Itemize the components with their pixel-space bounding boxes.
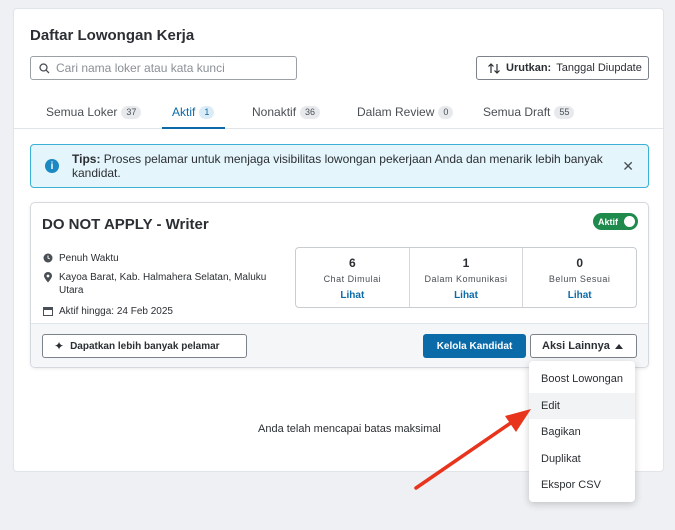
manage-candidates-label: Kelola Kandidat bbox=[436, 340, 513, 352]
tips-title: Tips: bbox=[72, 152, 101, 166]
stat-value: 1 bbox=[462, 256, 470, 270]
stat-view-link[interactable]: Lihat bbox=[568, 290, 592, 301]
other-actions-label: Aksi Lainnya bbox=[542, 340, 610, 352]
stat-label: Chat Dimulai bbox=[323, 274, 382, 284]
close-icon[interactable]: ✕ bbox=[622, 158, 634, 175]
other-actions-button[interactable]: Aksi Lainnya bbox=[530, 334, 637, 358]
tips-banner: i Tips: Proses pelamar untuk menjaga vis… bbox=[30, 144, 649, 188]
menu-item-duplicate[interactable]: Duplikat bbox=[529, 446, 635, 473]
tab-label: Semua Loker bbox=[46, 105, 118, 119]
tab-semua-draft[interactable]: Semua Draft 55 bbox=[483, 101, 575, 129]
limit-message: Anda telah mencapai batas maksimal bbox=[258, 423, 441, 435]
menu-item-edit[interactable]: Edit bbox=[529, 392, 635, 419]
stat-view-link[interactable]: Lihat bbox=[340, 290, 364, 301]
sort-value: Tanggal Diupdate bbox=[556, 62, 642, 74]
job-card: DO NOT APPLY - Writer Aktif Penuh Waktu … bbox=[30, 202, 649, 368]
location-pin-icon bbox=[44, 272, 52, 283]
status-tabs: Semua Loker 37 Aktif 1 Nonaktif 36 Dalam… bbox=[14, 101, 663, 129]
stat-belum-sesuai: 0 Belum Sesuai Lihat bbox=[523, 248, 636, 307]
job-title[interactable]: DO NOT APPLY - Writer bbox=[42, 216, 209, 233]
stat-dalam-komunikasi: 1 Dalam Komunikasi Lihat bbox=[410, 248, 524, 307]
stat-label: Belum Sesuai bbox=[548, 274, 611, 284]
tab-label: Dalam Review bbox=[357, 105, 435, 119]
tab-count: 0 bbox=[438, 106, 454, 119]
tab-count: 36 bbox=[300, 106, 321, 119]
page-title: Daftar Lowongan Kerja bbox=[30, 27, 195, 44]
job-type: Penuh Waktu bbox=[43, 252, 119, 265]
job-type-text: Penuh Waktu bbox=[59, 253, 119, 264]
tips-message: Proses pelamar untuk menjaga visibilitas… bbox=[72, 152, 603, 180]
tab-count: 55 bbox=[554, 106, 575, 119]
tab-label: Nonaktif bbox=[252, 105, 297, 119]
menu-item-export-csv[interactable]: Ekspor CSV bbox=[529, 472, 635, 499]
tab-label: Aktif bbox=[172, 105, 196, 119]
job-location: Kayoa Barat, Kab. Halmahera Selatan, Mal… bbox=[43, 271, 283, 297]
search-icon bbox=[39, 62, 50, 73]
status-toggle[interactable]: Aktif bbox=[593, 213, 638, 230]
tab-count: 1 bbox=[199, 106, 215, 119]
stat-value: 6 bbox=[348, 256, 356, 270]
job-location-text: Kayoa Barat, Kab. Halmahera Selatan, Mal… bbox=[59, 272, 267, 296]
stat-view-link[interactable]: Lihat bbox=[454, 290, 478, 301]
tab-aktif[interactable]: Aktif 1 bbox=[162, 101, 226, 129]
tab-nonaktif[interactable]: Nonaktif 36 bbox=[252, 101, 321, 129]
job-active-until-text: Aktif hingga: 24 Feb 2025 bbox=[59, 306, 173, 317]
other-actions-menu: Boost Lowongan Edit Bagikan Duplikat Eks… bbox=[529, 361, 635, 502]
tab-label: Semua Draft bbox=[483, 105, 551, 119]
sparkle-icon: ✦ bbox=[54, 339, 65, 353]
stat-label: Dalam Komunikasi bbox=[424, 274, 508, 284]
clock-icon bbox=[43, 253, 53, 263]
sort-icon bbox=[488, 62, 500, 74]
manage-candidates-button[interactable]: Kelola Kandidat bbox=[423, 334, 526, 358]
tab-count: 37 bbox=[121, 106, 142, 119]
menu-item-share[interactable]: Bagikan bbox=[529, 419, 635, 446]
search-input[interactable] bbox=[56, 61, 276, 75]
tab-dalam-review[interactable]: Dalam Review 0 bbox=[357, 101, 454, 129]
toggle-knob bbox=[624, 216, 635, 227]
search-box[interactable] bbox=[30, 56, 297, 80]
sort-button[interactable]: Urutkan: Tanggal Diupdate bbox=[476, 56, 649, 80]
tips-text: Tips: Proses pelamar untuk menjaga visib… bbox=[72, 152, 648, 180]
get-more-applicants-label: Dapatkan lebih banyak pelamar bbox=[70, 340, 220, 352]
info-icon: i bbox=[45, 159, 59, 173]
caret-up-icon bbox=[615, 344, 623, 349]
status-label: Aktif bbox=[598, 216, 618, 227]
stat-value: 0 bbox=[576, 256, 584, 270]
calendar-icon bbox=[43, 307, 53, 316]
menu-item-boost[interactable]: Boost Lowongan bbox=[529, 366, 635, 393]
stat-chat-dimulai: 6 Chat Dimulai Lihat bbox=[296, 248, 410, 307]
candidate-stats: 6 Chat Dimulai Lihat 1 Dalam Komunikasi … bbox=[295, 247, 637, 308]
sort-label: Urutkan: bbox=[506, 62, 552, 74]
job-active-until: Aktif hingga: 24 Feb 2025 bbox=[43, 305, 173, 318]
tab-semua-loker[interactable]: Semua Loker 37 bbox=[46, 101, 142, 129]
get-more-applicants-button[interactable]: ✦ Dapatkan lebih banyak pelamar bbox=[42, 334, 247, 358]
